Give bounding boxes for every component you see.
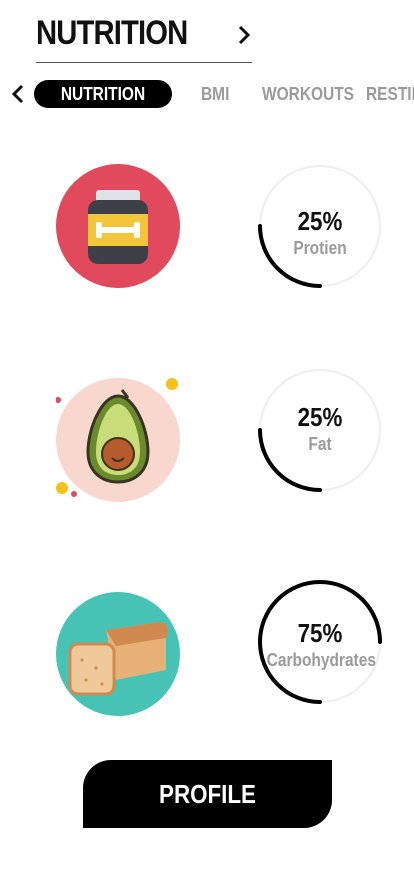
chevron-left-icon[interactable] [8,82,28,106]
fat-percent: 25% [297,402,343,432]
page-header: NUTRITION [36,10,252,63]
bread-icon [56,592,180,716]
page-title: NUTRITION [36,14,188,52]
tab-resting[interactable]: RESTING [366,80,414,108]
chevron-right-icon[interactable] [236,24,252,46]
avocado-icon [56,378,180,502]
tab-nutrition[interactable]: NUTRITION [34,80,172,108]
protein-label: Protien [293,238,347,258]
fat-label: Fat [308,434,332,454]
protein-percent: 25% [297,206,343,236]
tab-workouts[interactable]: WORKOUTS [262,80,354,108]
profile-button-label: PROFILE [159,779,256,809]
carbohydrates-label: Carbohydrates [266,650,376,670]
protein-jar-icon [56,164,180,288]
carbohydrates-percent: 75% [297,618,343,648]
tab-bar: NUTRITION BMI WORKOUTS RESTING [0,78,414,110]
tab-bmi[interactable]: BMI [201,80,229,108]
profile-button[interactable]: PROFILE [83,760,332,828]
